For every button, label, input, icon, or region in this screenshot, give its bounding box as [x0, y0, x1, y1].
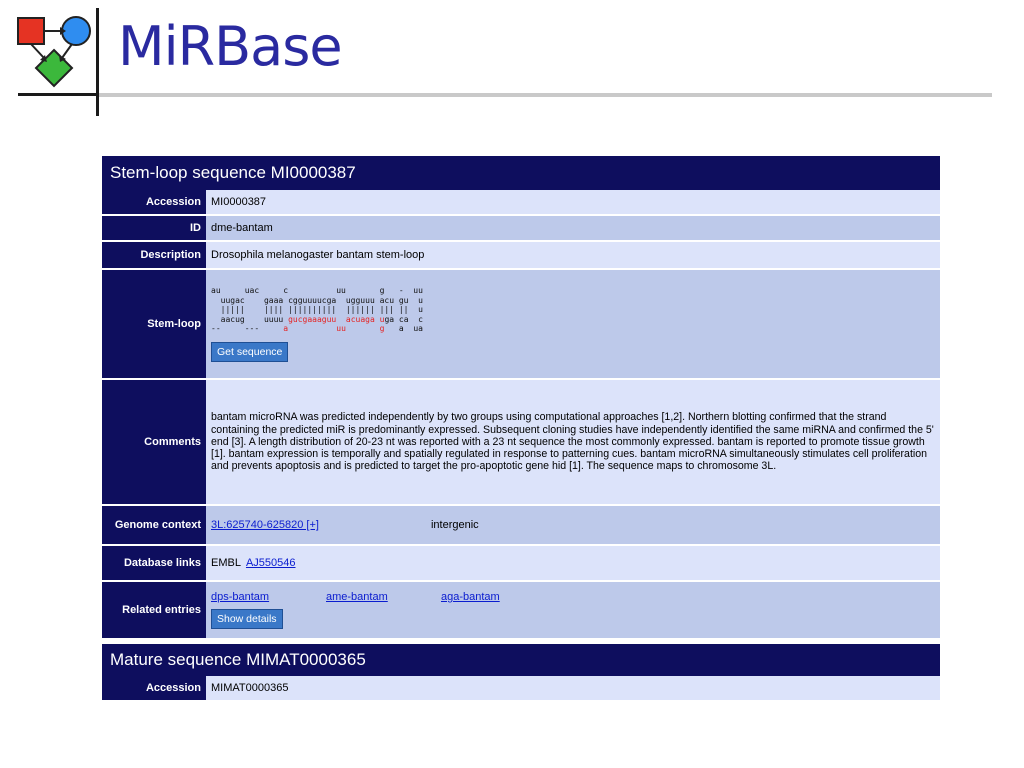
- title-divider-grey: [99, 93, 992, 97]
- accession-value: MI0000387: [206, 190, 940, 214]
- stemloop-label: Stem-loop: [102, 270, 206, 378]
- id-value: dme-bantam: [206, 216, 940, 240]
- stemloop-row: Stem-loop au uac c uu g - uu uugac gaaa …: [102, 270, 940, 380]
- id-row: ID dme-bantam: [102, 216, 940, 242]
- database-links-value: EMBL AJ550546: [206, 546, 940, 580]
- comments-label: Comments: [102, 380, 206, 504]
- genome-context-label: Genome context: [102, 506, 206, 544]
- mature-section-header: Mature sequence MIMAT0000365: [102, 644, 940, 676]
- related-entry-link[interactable]: ame-bantam: [326, 591, 441, 603]
- genome-location-link[interactable]: 3L:625740-625820 [+]: [211, 519, 319, 531]
- accession-label: Accession: [102, 190, 206, 214]
- stemloop-structure: au uac c uu g - uu uugac gaaa cgguuuucga…: [211, 286, 423, 334]
- description-row: Description Drosophila melanogaster bant…: [102, 242, 940, 270]
- mature-accession-value: MIMAT0000365: [206, 676, 940, 700]
- database-links-label: Database links: [102, 546, 206, 580]
- related-entry-link[interactable]: dps-bantam: [211, 591, 326, 603]
- get-sequence-button[interactable]: Get sequence: [211, 341, 289, 362]
- comments-value: bantam microRNA was predicted independen…: [206, 380, 940, 504]
- mature-accession-label: Accession: [102, 676, 206, 700]
- description-value: Drosophila melanogaster bantam stem-loop: [206, 242, 940, 268]
- flowchart-logo-icon: [17, 16, 91, 88]
- comments-row: Comments bantam microRNA was predicted i…: [102, 380, 940, 506]
- embl-link[interactable]: AJ550546: [246, 557, 296, 569]
- title-divider-dark: [18, 93, 98, 96]
- genome-context-value: 3L:625740-625820 [+] intergenic: [206, 506, 940, 544]
- mirbase-entry-screenshot: Stem-loop sequence MI0000387 Accession M…: [102, 150, 940, 710]
- accession-row: Accession MI0000387: [102, 190, 940, 216]
- comments-text: bantam microRNA was predicted independen…: [211, 411, 934, 473]
- show-details-button[interactable]: Show details: [211, 609, 283, 629]
- related-entry-link[interactable]: aga-bantam: [441, 591, 500, 603]
- database-name: EMBL: [211, 557, 241, 569]
- description-label: Description: [102, 242, 206, 268]
- id-label: ID: [102, 216, 206, 240]
- title-divider-vertical: [96, 8, 99, 116]
- stemloop-section-header: Stem-loop sequence MI0000387: [102, 156, 940, 190]
- mature-accession-row: Accession MIMAT0000365: [102, 676, 940, 702]
- stemloop-value: au uac c uu g - uu uugac gaaa cgguuuucga…: [206, 270, 940, 378]
- related-entries-value: dps-bantam ame-bantam aga-bantam Show de…: [206, 582, 940, 638]
- related-entries-label: Related entries: [102, 582, 206, 638]
- slide-title: MiRBase: [118, 15, 343, 78]
- related-entries-row: Related entries dps-bantam ame-bantam ag…: [102, 582, 940, 638]
- genome-context-type: intergenic: [430, 519, 479, 531]
- database-links-row: Database links EMBL AJ550546: [102, 546, 940, 582]
- genome-context-row: Genome context 3L:625740-625820 [+] inte…: [102, 506, 940, 546]
